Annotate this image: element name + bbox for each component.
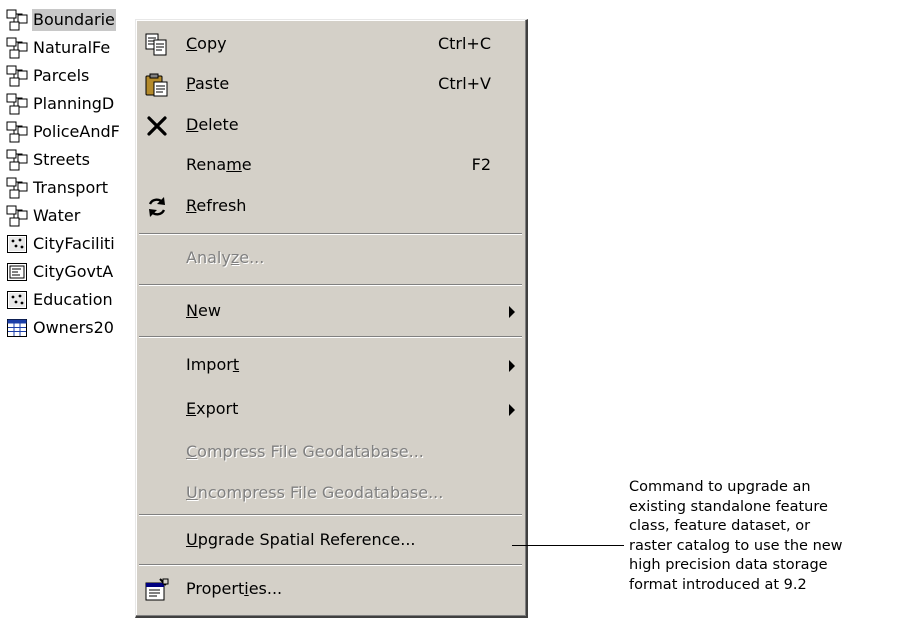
tree-item-label: CityGovtA: [33, 262, 114, 281]
callout-text: Command to upgrade an existing standalon…: [629, 478, 901, 596]
menu-item-copy[interactable]: Copy Ctrl+C: [136, 26, 525, 64]
menu-item-compress[interactable]: Compress File Geodatabase...: [136, 434, 525, 472]
delete-icon: [144, 113, 170, 139]
menu-item-label: Rename: [186, 155, 252, 174]
menu-item-label: Import: [186, 355, 240, 374]
feature-dataset-icon: [6, 149, 28, 171]
tree-item-policeandf[interactable]: PoliceAndF: [0, 118, 145, 146]
menu-item-properties[interactable]: Properties...: [136, 571, 525, 609]
annotation-feature-class-icon: [6, 261, 28, 283]
menu-item-refresh[interactable]: Refresh: [136, 188, 525, 226]
menu-separator: [139, 564, 522, 566]
point-feature-class-icon: [6, 233, 28, 255]
menu-item-uncompress[interactable]: Uncompress File Geodatabase...: [136, 475, 525, 513]
menu-item-shortcut: F2: [471, 155, 491, 174]
submenu-arrow-icon: [509, 404, 515, 416]
callout-line-2: existing standalone feature: [629, 498, 828, 515]
properties-icon: [144, 577, 170, 603]
callout-line-6: format introduced at 9.2: [629, 576, 807, 593]
tree-item-label: NaturalFe: [33, 38, 111, 57]
catalog-tree: Boundarie NaturalFe Parcels PlanningD Police…: [0, 6, 145, 386]
tree-item-label: Boundarie: [32, 9, 116, 31]
refresh-icon: [144, 194, 170, 220]
menu-item-paste[interactable]: Paste Ctrl+V: [136, 66, 525, 104]
callout-line-1: Command to upgrade an: [629, 479, 811, 495]
tree-item-naturalfe[interactable]: NaturalFe: [0, 34, 145, 62]
menu-item-label: Paste: [186, 74, 230, 93]
menu-item-rename[interactable]: Rename F2: [136, 147, 525, 185]
menu-item-label: Refresh: [186, 196, 247, 215]
menu-item-label: Upgrade Spatial Reference...: [186, 530, 416, 549]
tree-item-label: PoliceAndF: [33, 122, 120, 141]
feature-dataset-icon: [6, 9, 28, 31]
menu-item-import[interactable]: Import: [136, 347, 525, 385]
menu-item-shortcut: Ctrl+V: [438, 74, 491, 93]
menu-item-label: Uncompress File Geodatabase...: [186, 483, 444, 502]
feature-dataset-icon: [6, 37, 28, 59]
menu-item-label: Delete: [186, 115, 239, 134]
tree-item-transport[interactable]: Transport: [0, 174, 145, 202]
paste-icon: [144, 72, 170, 98]
feature-dataset-icon: [6, 93, 28, 115]
feature-dataset-icon: [6, 121, 28, 143]
tree-item-parcels[interactable]: Parcels: [0, 62, 145, 90]
menu-item-new[interactable]: New: [136, 293, 525, 331]
table-icon: [6, 317, 28, 339]
menu-item-label: Compress File Geodatabase...: [186, 442, 424, 461]
menu-separator: [139, 336, 522, 338]
tree-item-planningd[interactable]: PlanningD: [0, 90, 145, 118]
menu-item-label: Properties...: [186, 579, 283, 598]
copy-icon: [144, 32, 170, 58]
feature-dataset-icon: [6, 205, 28, 227]
menu-item-upgrade-spatial-reference[interactable]: Upgrade Spatial Reference...: [136, 522, 525, 560]
menu-item-shortcut: Ctrl+C: [437, 34, 491, 53]
feature-dataset-icon: [6, 65, 28, 87]
submenu-arrow-icon: [509, 306, 515, 318]
tree-item-owners20[interactable]: Owners20: [0, 314, 145, 342]
submenu-arrow-icon: [509, 360, 515, 372]
tree-item-label: Water: [33, 206, 81, 225]
tree-item-citygovta[interactable]: CityGovtA: [0, 258, 145, 286]
tree-item-label: Parcels: [33, 66, 90, 85]
menu-item-delete[interactable]: Delete: [136, 107, 525, 145]
tree-item-label: CityFaciliti: [33, 234, 115, 253]
menu-item-label: Copy: [186, 34, 227, 53]
tree-item-streets[interactable]: Streets: [0, 146, 145, 174]
tree-item-label: Owners20: [33, 318, 114, 337]
menu-item-export[interactable]: Export: [136, 391, 525, 429]
menu-item-analyze[interactable]: Analyze...: [136, 240, 525, 278]
callout-line-3: class, feature dataset, or: [629, 518, 811, 535]
tree-item-label: Streets: [33, 150, 90, 169]
menu-item-label: New: [186, 301, 221, 320]
tree-item-label: Education: [33, 290, 113, 309]
feature-dataset-icon: [6, 177, 28, 199]
tree-item-label: Transport: [33, 178, 109, 197]
menu-item-label: Export: [186, 399, 239, 418]
callout-line-5: high precision data storage: [629, 557, 828, 574]
context-menu: Copy Ctrl+C Paste Ctrl+V Delete Rename F2 Refre…: [135, 19, 528, 618]
menu-separator: [139, 284, 522, 286]
menu-separator: [139, 233, 522, 235]
point-feature-class-icon: [6, 289, 28, 311]
tree-item-boundarie[interactable]: Boundarie: [0, 6, 145, 34]
tree-item-water[interactable]: Water: [0, 202, 145, 230]
callout-leader-line: [512, 545, 624, 546]
menu-separator: [139, 514, 522, 516]
callout-line-4: raster catalog to use the new: [629, 537, 843, 554]
menu-item-label: Analyze...: [186, 248, 265, 267]
tree-item-label: PlanningD: [33, 94, 115, 113]
tree-item-education[interactable]: Education: [0, 286, 145, 314]
tree-item-cityfaciliti[interactable]: CityFaciliti: [0, 230, 145, 258]
